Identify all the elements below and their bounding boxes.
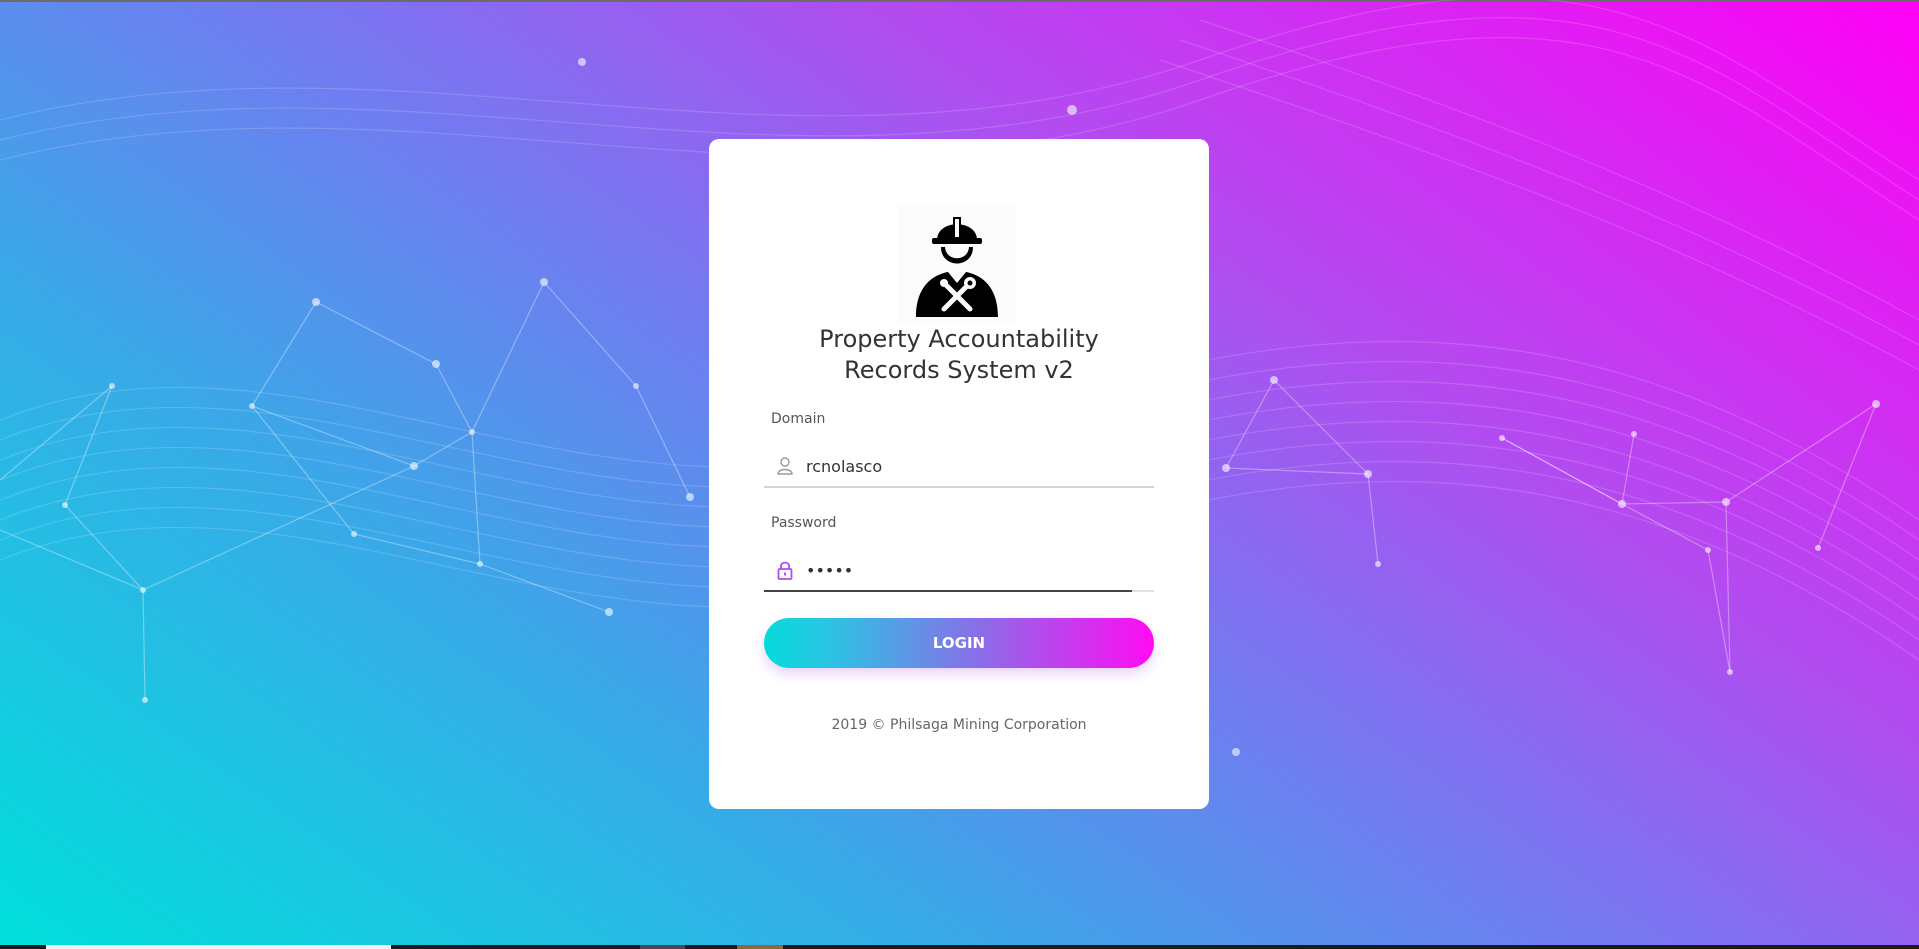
taskbar-segment bbox=[640, 945, 685, 949]
password-focus-underline bbox=[764, 590, 1132, 592]
login-card: Property Accountability Records System v… bbox=[709, 139, 1209, 809]
domain-field[interactable] bbox=[764, 444, 1154, 488]
copyright-footer: 2019 © Philsaga Mining Corporation bbox=[831, 717, 1087, 733]
domain-input[interactable] bbox=[806, 452, 1136, 480]
app-title-line2: Records System v2 bbox=[844, 356, 1074, 384]
password-label: Password bbox=[771, 515, 837, 531]
app-title-line1: Property Accountability bbox=[819, 325, 1099, 353]
domain-label: Domain bbox=[771, 411, 826, 427]
app-title: Property Accountability Records System v… bbox=[709, 324, 1209, 386]
worker-with-tools-icon bbox=[898, 205, 1016, 323]
taskbar-segment bbox=[46, 945, 391, 949]
taskbar-strip bbox=[0, 945, 1919, 949]
taskbar-segment bbox=[737, 945, 783, 949]
user-icon bbox=[776, 456, 794, 476]
password-field[interactable] bbox=[764, 548, 1154, 592]
password-input[interactable] bbox=[806, 556, 1136, 584]
login-button[interactable]: LOGIN bbox=[764, 618, 1154, 668]
lock-icon bbox=[776, 560, 794, 580]
